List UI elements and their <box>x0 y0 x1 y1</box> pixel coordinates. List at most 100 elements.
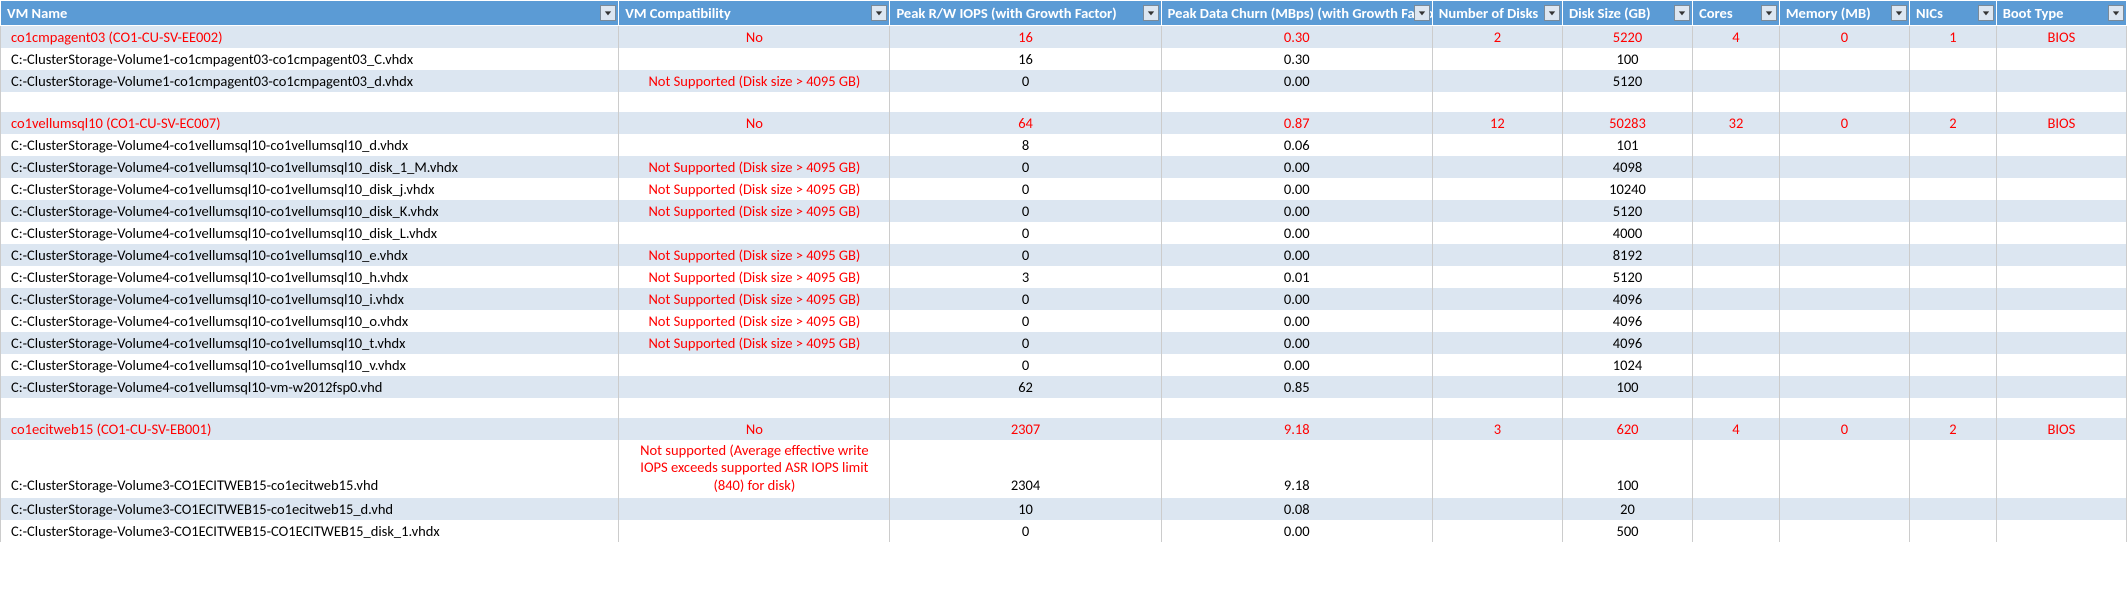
cell-compat: Not Supported (Disk size > 4095 GB) <box>619 310 890 332</box>
cell-nics <box>1909 520 1996 542</box>
col-nics[interactable]: NICs <box>1909 1 1996 26</box>
filter-icon[interactable] <box>1891 5 1907 21</box>
cell-ndisk: 2 <box>1432 26 1562 49</box>
cell-compat: Not Supported (Disk size > 4095 GB) <box>619 266 890 288</box>
cell-mem: 0 <box>1779 112 1909 134</box>
col-label: Memory (MB) <box>1786 4 1871 22</box>
cell-dsize: 100 <box>1562 440 1692 498</box>
disk-row[interactable]: C:-ClusterStorage-Volume3-CO1ECITWEB15-c… <box>1 498 2127 520</box>
filter-icon[interactable] <box>600 5 616 21</box>
filter-icon[interactable] <box>1761 5 1777 21</box>
cell-cores <box>1693 70 1780 92</box>
cell-boot <box>1996 178 2126 200</box>
cell-churn: 0.30 <box>1161 26 1432 49</box>
vm-row[interactable]: co1vellumsql10 (CO1-CU-SV-EC007)No640.87… <box>1 112 2127 134</box>
vm-row[interactable]: co1cmpagent03 (CO1-CU-SV-EE002)No160.302… <box>1 26 2127 49</box>
disk-row[interactable]: C:-ClusterStorage-Volume4-co1vellumsql10… <box>1 266 2127 288</box>
blank-cell <box>619 92 890 112</box>
filter-icon[interactable] <box>1674 5 1690 21</box>
vm-row[interactable]: co1ecitweb15 (CO1-CU-SV-EB001)No23079.18… <box>1 418 2127 440</box>
cell-name: C:-ClusterStorage-Volume4-co1vellumsql10… <box>1 354 619 376</box>
blank-cell <box>890 398 1161 418</box>
col-num-disks[interactable]: Number of Disks <box>1432 1 1562 26</box>
disk-row[interactable]: C:-ClusterStorage-Volume4-co1vellumsql10… <box>1 244 2127 266</box>
col-boot[interactable]: Boot Type <box>1996 1 2126 26</box>
cell-iops: 0 <box>890 222 1161 244</box>
cell-nics <box>1909 354 1996 376</box>
cell-boot: BIOS <box>1996 112 2126 134</box>
cell-churn: 0.00 <box>1161 354 1432 376</box>
cell-boot <box>1996 244 2126 266</box>
cell-mem <box>1779 376 1909 398</box>
disk-row[interactable]: C:-ClusterStorage-Volume3-CO1ECITWEB15-c… <box>1 440 2127 498</box>
cell-iops: 0 <box>890 70 1161 92</box>
disk-row[interactable]: C:-ClusterStorage-Volume3-CO1ECITWEB15-C… <box>1 520 2127 542</box>
cell-mem <box>1779 48 1909 70</box>
col-vm-compat[interactable]: VM Compatibility <box>619 1 890 26</box>
cell-boot <box>1996 156 2126 178</box>
disk-row[interactable]: C:-ClusterStorage-Volume1-co1cmpagent03-… <box>1 70 2127 92</box>
col-vm-name[interactable]: VM Name <box>1 1 619 26</box>
cell-churn: 0.00 <box>1161 178 1432 200</box>
disk-row[interactable]: C:-ClusterStorage-Volume4-co1vellumsql10… <box>1 178 2127 200</box>
disk-row[interactable]: C:-ClusterStorage-Volume4-co1vellumsql10… <box>1 134 2127 156</box>
filter-icon[interactable] <box>871 5 887 21</box>
filter-icon[interactable] <box>2108 5 2124 21</box>
cell-boot <box>1996 134 2126 156</box>
cell-boot <box>1996 440 2126 498</box>
cell-nics <box>1909 178 1996 200</box>
cell-churn: 0.00 <box>1161 288 1432 310</box>
cell-boot <box>1996 354 2126 376</box>
disk-row[interactable]: C:-ClusterStorage-Volume4-co1vellumsql10… <box>1 310 2127 332</box>
disk-row[interactable]: C:-ClusterStorage-Volume4-co1vellumsql10… <box>1 156 2127 178</box>
cell-nics <box>1909 200 1996 222</box>
filter-icon[interactable] <box>1544 5 1560 21</box>
cell-cores <box>1693 48 1780 70</box>
cell-boot <box>1996 332 2126 354</box>
cell-mem <box>1779 244 1909 266</box>
blank-row[interactable] <box>1 92 2127 112</box>
cell-churn: 0.00 <box>1161 70 1432 92</box>
filter-icon[interactable] <box>1414 5 1430 21</box>
blank-cell <box>1909 398 1996 418</box>
cell-boot <box>1996 266 2126 288</box>
cell-name: C:-ClusterStorage-Volume4-co1vellumsql10… <box>1 332 619 354</box>
cell-boot <box>1996 48 2126 70</box>
col-memory[interactable]: Memory (MB) <box>1779 1 1909 26</box>
cell-cores <box>1693 376 1780 398</box>
disk-row[interactable]: C:-ClusterStorage-Volume1-co1cmpagent03-… <box>1 48 2127 70</box>
cell-iops: 0 <box>890 288 1161 310</box>
blank-row[interactable] <box>1 398 2127 418</box>
cell-ndisk <box>1432 310 1562 332</box>
col-cores[interactable]: Cores <box>1693 1 1780 26</box>
cell-iops: 3 <box>890 266 1161 288</box>
col-peak-iops[interactable]: Peak R/W IOPS (with Growth Factor) <box>890 1 1161 26</box>
filter-icon[interactable] <box>1978 5 1994 21</box>
col-peak-churn[interactable]: Peak Data Churn (MBps) (with Growth Fact… <box>1161 1 1432 26</box>
cell-name: C:-ClusterStorage-Volume4-co1vellumsql10… <box>1 310 619 332</box>
disk-row[interactable]: C:-ClusterStorage-Volume4-co1vellumsql10… <box>1 222 2127 244</box>
filter-icon[interactable] <box>1143 5 1159 21</box>
cell-ndisk: 3 <box>1432 418 1562 440</box>
disk-row[interactable]: C:-ClusterStorage-Volume4-co1vellumsql10… <box>1 332 2127 354</box>
cell-iops: 2307 <box>890 418 1161 440</box>
cell-nics <box>1909 222 1996 244</box>
disk-row[interactable]: C:-ClusterStorage-Volume4-co1vellumsql10… <box>1 200 2127 222</box>
cell-cores <box>1693 222 1780 244</box>
cell-ndisk <box>1432 332 1562 354</box>
cell-churn: 0.00 <box>1161 520 1432 542</box>
cell-ndisk <box>1432 354 1562 376</box>
cell-cores <box>1693 244 1780 266</box>
cell-nics <box>1909 134 1996 156</box>
disk-row[interactable]: C:-ClusterStorage-Volume4-co1vellumsql10… <box>1 354 2127 376</box>
cell-iops: 16 <box>890 48 1161 70</box>
disk-row[interactable]: C:-ClusterStorage-Volume4-co1vellumsql10… <box>1 376 2127 398</box>
cell-dsize: 10240 <box>1562 178 1692 200</box>
col-disk-size[interactable]: Disk Size (GB) <box>1562 1 1692 26</box>
col-label: VM Compatibility <box>625 4 730 22</box>
cell-churn: 0.00 <box>1161 222 1432 244</box>
cell-ndisk <box>1432 288 1562 310</box>
disk-row[interactable]: C:-ClusterStorage-Volume4-co1vellumsql10… <box>1 288 2127 310</box>
cell-compat: No <box>619 26 890 49</box>
cell-ndisk: 12 <box>1432 112 1562 134</box>
